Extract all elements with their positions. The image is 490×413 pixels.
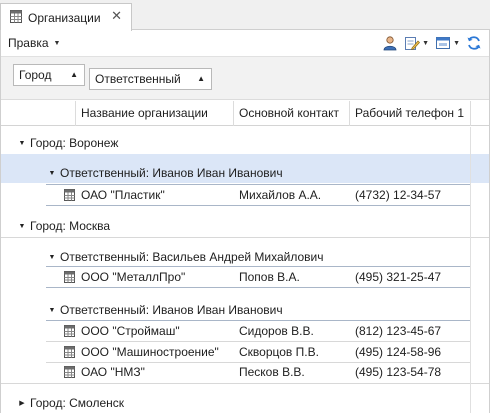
close-icon[interactable]: ✕ xyxy=(111,9,122,23)
cell-contact: Сидоров В.В. xyxy=(239,324,314,338)
group-label: Ответственный: Иванов Иван Иванович xyxy=(60,303,283,317)
cell-contact: Михайлов А.А. xyxy=(239,188,322,202)
user-icon[interactable] xyxy=(382,35,398,51)
cell-org-name: ООО "МеталлПро" xyxy=(81,270,186,284)
refresh-icon[interactable] xyxy=(466,35,482,51)
window-button[interactable]: ▼ xyxy=(435,35,460,51)
table-row[interactable]: ООО "Машиностроение" Скворцов П.В. (495)… xyxy=(0,342,490,362)
edit-menu-label: Правка xyxy=(8,36,49,50)
chevron-down-icon: ▼ xyxy=(422,39,430,47)
cell-phone: (812) 123-45-67 xyxy=(355,324,442,338)
group-by-panel: Город ▲ Ответственный ▲ xyxy=(0,56,490,100)
cell-contact: Скворцов П.В. xyxy=(239,345,319,359)
table-icon xyxy=(10,9,22,26)
toolbar: Правка ▼ ▼ ▼ xyxy=(0,31,490,55)
cell-org-name: ОАО "НМЗ" xyxy=(81,365,145,379)
group-chip-label: Город xyxy=(19,68,52,82)
tab-title: Организации xyxy=(28,10,101,25)
group-chip-responsible[interactable]: Ответственный ▲ xyxy=(89,68,212,90)
edit-menu-button[interactable]: Правка ▼ xyxy=(8,36,60,50)
organization-icon xyxy=(64,346,75,361)
column-header-work-phone[interactable]: Рабочий телефон 1 xyxy=(350,101,471,126)
expand-caret-icon[interactable]: ▼ xyxy=(46,254,58,261)
organization-icon xyxy=(64,325,75,340)
window-border xyxy=(0,30,1,413)
sort-ascending-icon: ▲ xyxy=(197,74,205,83)
group-row-city[interactable]: ▶ Город: Смоленск xyxy=(0,393,490,413)
tab-strip: Организации ✕ xyxy=(0,0,490,31)
divider xyxy=(0,237,490,238)
table-row[interactable]: ОАО "Пластик" Михайлов А.А. (4732) 12-34… xyxy=(0,185,490,205)
divider xyxy=(46,287,470,288)
group-chip-city[interactable]: Город ▲ xyxy=(13,64,85,86)
divider xyxy=(0,383,490,384)
chevron-down-icon: ▼ xyxy=(453,39,460,47)
organization-icon xyxy=(64,271,75,286)
cell-phone: (495) 124-58-96 xyxy=(355,345,442,359)
edit-document-icon xyxy=(405,37,421,50)
expand-caret-icon[interactable]: ▼ xyxy=(46,170,58,177)
expand-caret-icon[interactable]: ▼ xyxy=(16,140,28,147)
group-label: Ответственный: Иванов Иван Иванович xyxy=(60,166,283,180)
cell-contact: Попов В.А. xyxy=(239,270,300,284)
column-header-main-contact[interactable]: Основной контакт xyxy=(234,101,350,126)
group-row-responsible[interactable]: ▼ Ответственный: Иванов Иван Иванович xyxy=(0,163,490,183)
group-row-responsible[interactable]: ▼ Ответственный: Васильев Андрей Михайло… xyxy=(0,247,490,267)
divider xyxy=(46,205,470,206)
group-chip-label: Ответственный xyxy=(95,72,181,86)
cell-phone: (4732) 12-34-57 xyxy=(355,188,442,202)
toolbar-icons: ▼ ▼ xyxy=(376,33,482,53)
column-header-row: Название организации Основной контакт Ра… xyxy=(0,101,490,126)
group-label: Ответственный: Васильев Андрей Михайлови… xyxy=(60,250,324,264)
edit-document-button[interactable]: ▼ xyxy=(404,35,429,51)
group-label: Город: Москва xyxy=(30,219,111,233)
sort-ascending-icon: ▲ xyxy=(70,70,78,79)
cell-org-name: ОАО "Пластик" xyxy=(81,188,165,202)
cell-org-name: ООО "Машиностроение" xyxy=(81,345,219,359)
grid-body: ▼ Город: Воронеж ▼ Ответственный: Иванов… xyxy=(0,127,490,413)
group-row-city[interactable]: ▼ Город: Москва xyxy=(0,216,490,236)
group-row-city[interactable]: ▼ Город: Воронеж xyxy=(0,133,490,153)
cell-phone: (495) 321-25-47 xyxy=(355,270,442,284)
tab-organizations[interactable]: Организации ✕ xyxy=(0,3,132,31)
window-icon xyxy=(436,37,451,49)
chevron-down-icon: ▼ xyxy=(53,39,61,47)
cell-contact: Песков В.В. xyxy=(239,365,305,379)
organization-icon xyxy=(64,366,75,381)
table-row[interactable]: ОАО "НМЗ" Песков В.В. (495) 123-54-78 xyxy=(0,362,490,382)
column-header-org-name[interactable]: Название организации xyxy=(76,101,234,126)
table-row[interactable]: ООО "МеталлПро" Попов В.А. (495) 321-25-… xyxy=(0,267,490,287)
group-label: Город: Смоленск xyxy=(30,396,125,410)
column-divider xyxy=(470,127,471,413)
expand-caret-icon[interactable]: ▼ xyxy=(46,307,58,314)
table-row[interactable]: ООО "Строймаш" Сидоров В.В. (812) 123-45… xyxy=(0,321,490,341)
indent-column-header xyxy=(0,101,76,126)
organization-icon xyxy=(64,189,75,204)
expand-caret-icon[interactable]: ▼ xyxy=(16,223,28,230)
expand-caret-icon[interactable]: ▶ xyxy=(16,399,28,407)
cell-org-name: ООО "Строймаш" xyxy=(81,324,180,338)
cell-phone: (495) 123-54-78 xyxy=(355,365,442,379)
group-label: Город: Воронеж xyxy=(30,136,119,150)
group-row-responsible[interactable]: ▼ Ответственный: Иванов Иван Иванович xyxy=(0,300,490,320)
